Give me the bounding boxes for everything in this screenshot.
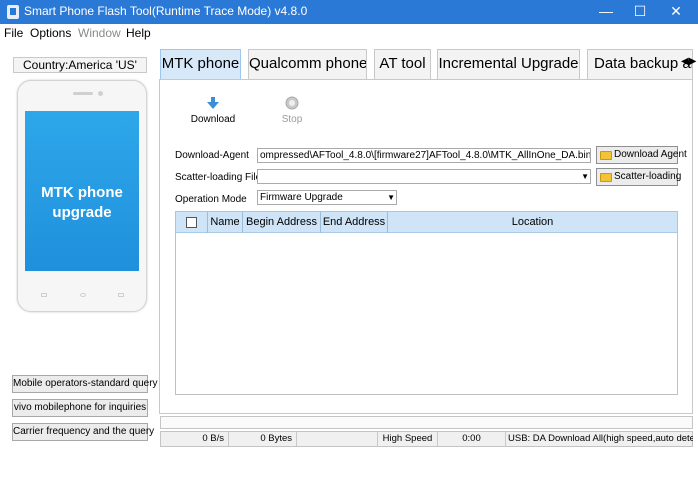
select-all-checkbox[interactable]: [186, 217, 197, 228]
scatter-loading-button-label: Scatter-loading: [614, 171, 682, 182]
status-time: 0:00: [438, 432, 506, 446]
download-agent-label: Download-Agent: [175, 150, 249, 161]
table-header: Name Begin Address End Address Location: [176, 212, 677, 233]
stop-label: Stop: [281, 114, 303, 125]
operation-mode-label: Operation Mode: [175, 194, 247, 205]
status-bar: 0 B/s 0 Bytes High Speed 0:00 USB: DA Do…: [160, 431, 693, 447]
status-bytes: 0 Bytes: [229, 432, 297, 446]
download-tool[interactable]: Download: [190, 96, 236, 125]
close-button[interactable]: ✕: [659, 0, 693, 24]
scatter-loading-dropdown[interactable]: ▼: [257, 169, 591, 184]
phone-screen-line2: upgrade: [52, 204, 112, 221]
app-window: Smart Phone Flash Tool(Runtime Trace Mod…: [0, 0, 698, 500]
column-location[interactable]: Location: [388, 212, 677, 233]
column-end-address[interactable]: End Address: [321, 212, 388, 233]
stop-tool[interactable]: Stop: [276, 96, 308, 125]
scatter-loading-button[interactable]: Scatter-loading: [596, 168, 682, 186]
minimize-button[interactable]: —: [589, 0, 623, 24]
down-arrow-icon: [207, 97, 219, 109]
phone-screen: MTK phone upgrade: [25, 111, 139, 271]
menu-window[interactable]: Window: [78, 26, 121, 40]
phone-screen-text: MTK phone upgrade: [25, 183, 139, 223]
phone-speaker: [73, 92, 93, 95]
tab-qualcomm-phone[interactable]: Qualcomm phone: [248, 49, 367, 79]
stop-circle-icon: [285, 96, 299, 110]
menu-file[interactable]: File: [4, 26, 23, 40]
tab-incremental-upgrade[interactable]: Incremental Upgrade: [437, 49, 580, 79]
maximize-button[interactable]: ☐: [623, 0, 657, 24]
status-mode: High Speed: [378, 432, 438, 446]
phone-menu-icon: [118, 293, 124, 297]
status-usb: USB: DA Download All(high speed,auto det…: [508, 433, 693, 444]
select-all-column: [176, 212, 208, 233]
menu-bar: File Options Window Help: [0, 24, 698, 43]
operation-mode-value: Firmware Upgrade: [260, 192, 343, 203]
phone-illustration: MTK phone upgrade: [17, 80, 147, 312]
folder-icon: [600, 173, 612, 182]
app-icon: [7, 5, 19, 19]
title-bar: Smart Phone Flash Tool(Runtime Trace Mod…: [0, 0, 698, 24]
operation-mode-dropdown[interactable]: Firmware Upgrade ▼: [257, 190, 397, 205]
download-agent-field[interactable]: ompressed\AFTool_4.8.0\[firmware27]AFToo…: [257, 148, 591, 163]
phone-back-icon: [41, 293, 47, 297]
menu-help[interactable]: Help: [126, 26, 151, 40]
download-label: Download: [190, 114, 236, 125]
operators-query-button[interactable]: Mobile operators-standard query: [12, 375, 158, 393]
menu-options[interactable]: Options: [30, 26, 71, 40]
status-segment-empty: [297, 432, 378, 446]
carrier-frequency-button[interactable]: Carrier frequency and the query: [12, 423, 154, 441]
column-begin-address[interactable]: Begin Address: [243, 212, 321, 233]
folder-icon: [600, 151, 612, 160]
window-title: Smart Phone Flash Tool(Runtime Trace Mod…: [24, 4, 308, 18]
column-name[interactable]: Name: [208, 212, 243, 233]
phone-screen-line1: MTK phone: [41, 184, 123, 201]
vivo-inquiry-button[interactable]: vivo mobilephone for inquiries: [12, 399, 148, 417]
download-agent-button-label: Download Agent: [614, 149, 687, 160]
status-speed: 0 B/s: [161, 432, 229, 446]
phone-camera: [98, 91, 103, 96]
dropdown-arrow-icon: ▼: [387, 193, 395, 202]
download-agent-button[interactable]: Download Agent: [596, 146, 687, 164]
scatter-loading-label: Scatter-loading File: [175, 172, 262, 183]
partition-table: Name Begin Address End Address Location: [175, 211, 678, 395]
tab-data-backup[interactable]: Data backup and: [587, 49, 693, 79]
dropdown-arrow-icon: ▼: [581, 172, 589, 181]
tab-mtk-phone[interactable]: MTK phone: [160, 49, 241, 79]
tab-scroll-arrows[interactable]: ◀▶: [681, 56, 696, 67]
phone-home-icon: [80, 293, 86, 297]
progress-bar: [160, 416, 693, 429]
country-indicator: Country:America 'US': [13, 57, 147, 73]
tab-at-tool[interactable]: AT tool: [374, 49, 431, 79]
